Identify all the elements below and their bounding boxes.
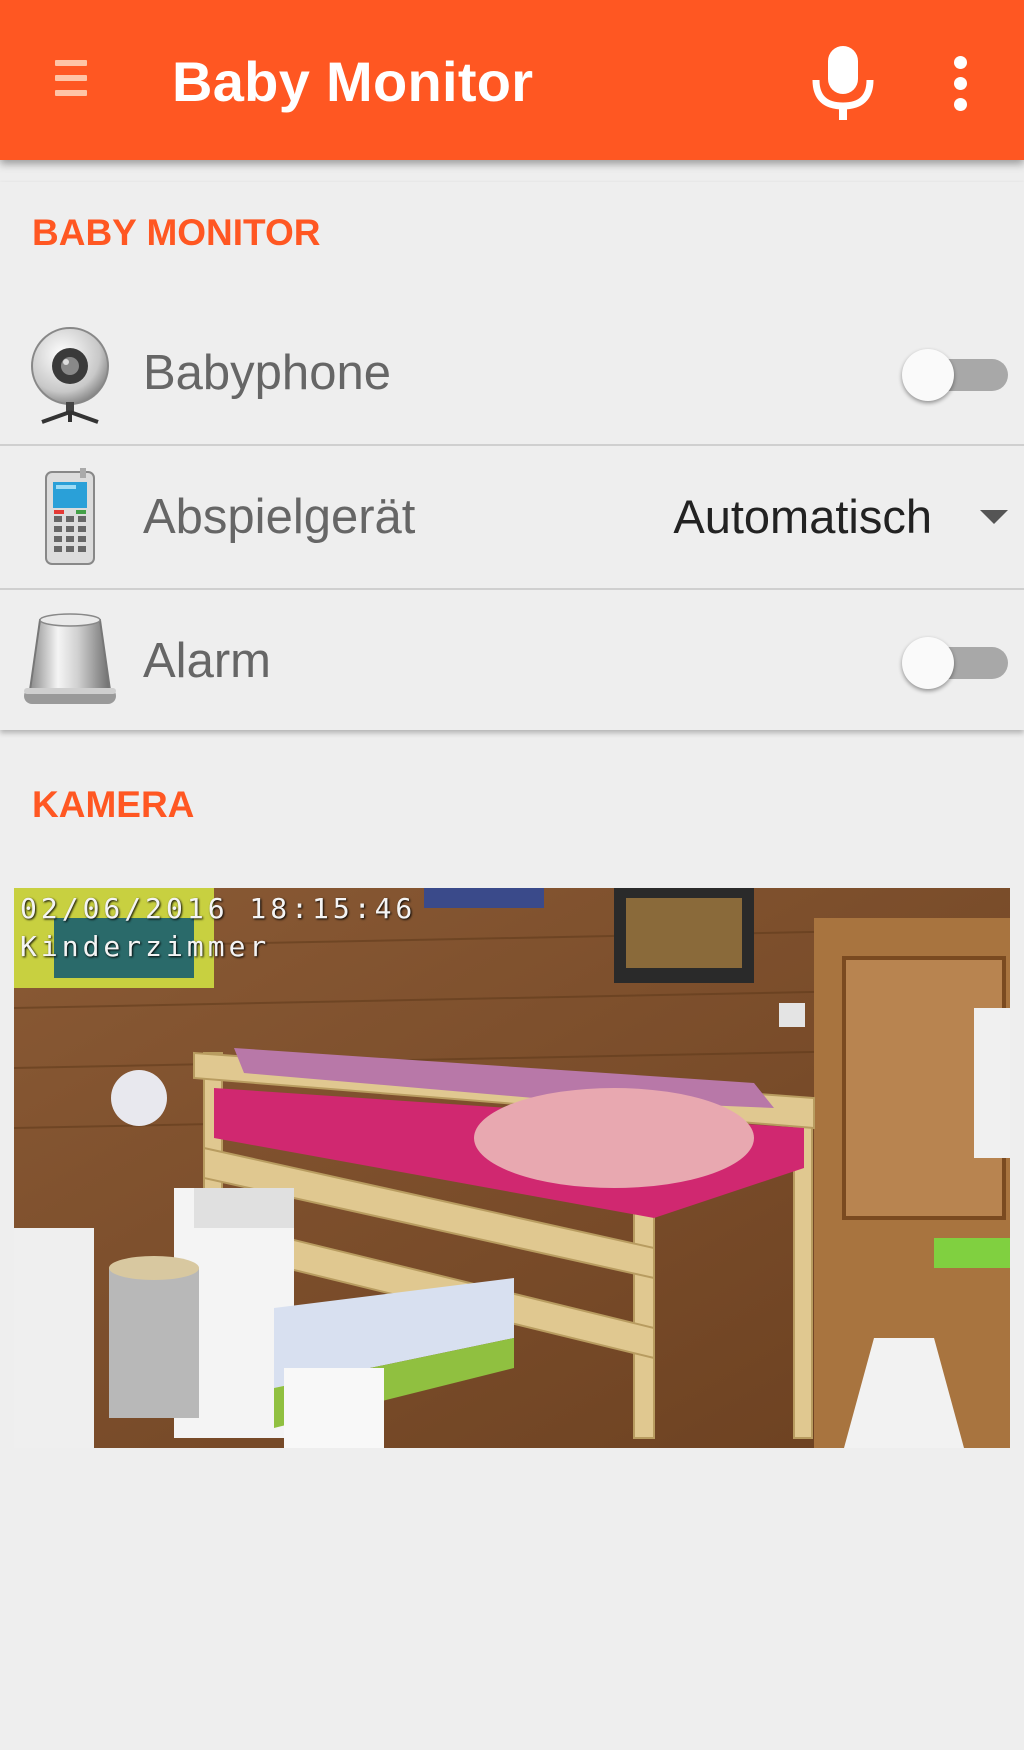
alarm-label: Alarm <box>143 634 271 688</box>
alarm-light-icon <box>24 613 116 704</box>
alarm-row[interactable]: Alarm <box>0 590 1024 732</box>
playback-device-value: Automatisch <box>673 490 932 543</box>
app-title: Baby Monitor <box>172 50 534 113</box>
dropdown-arrow-icon <box>980 510 1008 524</box>
webcam-icon <box>31 327 109 424</box>
camera-timestamp: 02/06/2016 18:15:46 <box>20 892 417 925</box>
camera-feed[interactable]: 02/06/2016 18:15:46 Kinderzimmer <box>14 888 1010 1448</box>
babyphone-switch[interactable] <box>900 349 1010 401</box>
more-vert-icon[interactable] <box>945 56 975 112</box>
section-header-baby-monitor: BABY MONITOR <box>32 212 321 253</box>
playback-device-row: Abspielgerät Automatisch <box>0 446 1024 590</box>
section-header-camera: KAMERA <box>32 784 195 825</box>
playback-device-label: Abspielgerät <box>143 490 416 544</box>
camera-image <box>14 888 1010 1448</box>
babyphone-row[interactable]: Babyphone <box>0 302 1024 446</box>
camera-location-label: Kinderzimmer <box>20 930 271 963</box>
microphone-icon[interactable] <box>808 46 878 122</box>
babyphone-label: Babyphone <box>143 346 391 400</box>
alarm-switch[interactable] <box>900 637 1010 689</box>
baby-monitor-card: BABY MONITOR Babyphone Abspielgerät Auto… <box>0 182 1024 730</box>
app-bar: Baby Monitor <box>0 0 1024 160</box>
mobile-phone-icon <box>45 468 95 565</box>
menu-icon[interactable] <box>55 60 87 104</box>
